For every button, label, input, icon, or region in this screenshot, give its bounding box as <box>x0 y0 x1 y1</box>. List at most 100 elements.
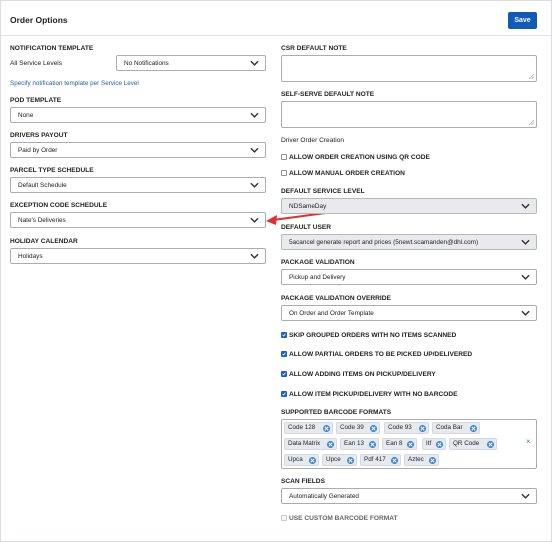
remove-tag-icon[interactable] <box>370 425 377 432</box>
barcode-tag: Upce <box>322 454 357 466</box>
package-validation-select[interactable]: Pickup and Delivery <box>281 269 537 285</box>
barcode-tag: Code 39 <box>336 422 380 434</box>
notification-scope-text: All Service Levels <box>10 60 63 67</box>
holiday-calendar-select[interactable]: Holidays <box>10 248 266 264</box>
barcode-tag: Code 128 <box>284 422 333 434</box>
chevron-down-icon <box>250 182 259 188</box>
barcode-tag: Itf <box>422 438 446 450</box>
allow-manual-order-creation-label: ALLOW MANUAL ORDER CREATION <box>289 170 405 177</box>
remove-tag-icon[interactable] <box>470 425 477 432</box>
resize-grip-icon <box>529 120 534 125</box>
chevron-down-icon <box>250 112 259 118</box>
notification-template-value: No Notifications <box>124 60 169 67</box>
holiday-calendar-label: HOLIDAY CALENDAR <box>10 238 78 245</box>
notification-per-service-level-link[interactable]: Specify notification template per Servic… <box>10 80 139 87</box>
package-validation-value: Pickup and Delivery <box>289 274 346 281</box>
chevron-down-icon <box>521 239 530 245</box>
chevron-down-icon <box>521 310 530 316</box>
barcode-tag: Ean 8 <box>382 438 417 450</box>
allow-no-barcode-label: ALLOW ITEM PICKUP/DELIVERY WITH NO BARCO… <box>289 391 458 398</box>
notification-template-select[interactable]: No Notifications <box>116 55 266 71</box>
allow-qr-order-creation-label: ALLOW ORDER CREATION USING QR CODE <box>289 154 430 161</box>
resize-grip-icon <box>529 74 534 79</box>
barcode-tag-label: Ean 13 <box>344 440 364 447</box>
barcode-tag-label: Upce <box>326 456 341 463</box>
remove-tag-icon[interactable] <box>487 441 494 448</box>
remove-tag-icon[interactable] <box>429 457 436 464</box>
barcode-tag: Pdf 417 <box>360 454 401 466</box>
remove-tag-icon[interactable] <box>327 441 334 448</box>
remove-tag-icon[interactable] <box>419 425 426 432</box>
chevron-down-icon <box>250 253 259 259</box>
remove-tag-icon[interactable] <box>391 457 398 464</box>
pod-template-value: None <box>18 112 34 119</box>
barcode-tag-label: Code 128 <box>288 424 316 431</box>
remove-tag-icon[interactable] <box>347 457 354 464</box>
allow-adding-items-label: ALLOW ADDING ITEMS ON PICKUP/DELIVERY <box>289 371 436 378</box>
scan-fields-select[interactable]: Automatically Generated <box>281 488 537 504</box>
checkmark-icon <box>282 392 286 396</box>
chevron-down-icon <box>250 147 259 153</box>
default-user-value: 5acancel generate report and prices (5ne… <box>289 239 479 246</box>
save-button[interactable]: Save <box>508 12 537 29</box>
default-service-level-select[interactable]: NDSameDay <box>281 198 537 214</box>
use-custom-barcode-format-label: USE CUSTOM BARCODE FORMAT <box>289 515 398 522</box>
barcode-tag: Code 93 <box>384 422 429 434</box>
drivers-payout-value: Paid by Order <box>18 147 58 154</box>
checkmark-icon <box>282 372 286 376</box>
allow-adding-items-checkbox[interactable] <box>281 371 287 377</box>
driver-order-creation-heading: Driver Order Creation <box>281 137 345 144</box>
drivers-payout-select[interactable]: Paid by Order <box>10 142 266 158</box>
remove-tag-icon[interactable] <box>309 457 316 464</box>
barcode-tag: Upca <box>284 454 319 466</box>
barcode-tag-label: Code 93 <box>388 424 412 431</box>
skip-grouped-orders-label: SKIP GROUPED ORDERS WITH NO ITEMS SCANNE… <box>289 332 457 339</box>
chevron-down-icon <box>250 217 259 223</box>
remove-tag-icon[interactable] <box>323 425 330 432</box>
allow-manual-order-creation-checkbox[interactable] <box>281 170 287 176</box>
close-icon[interactable]: × <box>526 438 531 446</box>
self-serve-default-note-textarea[interactable] <box>281 101 537 128</box>
order-options-panel: Order Options Save NOTIFICATION TEMPLATE… <box>0 0 552 542</box>
barcode-tag-label: Coda Bar <box>436 424 463 431</box>
holiday-calendar-value: Holidays <box>18 253 43 260</box>
barcode-tag: Data Matrix <box>284 438 337 450</box>
panel-header: Order Options Save <box>1 1 551 36</box>
package-validation-override-select[interactable]: On Order and Order Template <box>281 305 537 321</box>
barcode-tag-label: Aztec <box>408 456 424 463</box>
allow-partial-orders-label: ALLOW PARTIAL ORDERS TO BE PICKED UP/DEL… <box>289 351 473 358</box>
scan-fields-label: SCAN FIELDS <box>281 478 325 485</box>
checkmark-icon <box>282 352 286 356</box>
barcode-tag-label: Ean 8 <box>386 440 403 447</box>
barcode-tag: Ean 13 <box>340 438 379 450</box>
barcode-tag-label: Upca <box>288 456 303 463</box>
barcode-tag-label: Code 39 <box>340 424 364 431</box>
allow-qr-order-creation-checkbox[interactable] <box>281 154 287 160</box>
parcel-type-schedule-label: PARCEL TYPE SCHEDULE <box>10 167 94 174</box>
remove-tag-icon[interactable] <box>369 441 376 448</box>
default-user-select[interactable]: 5acancel generate report and prices (5ne… <box>281 234 537 250</box>
barcode-tag-label: Pdf 417 <box>364 456 386 463</box>
remove-tag-icon[interactable] <box>407 441 414 448</box>
parcel-type-schedule-value: Default Schedule <box>18 182 67 189</box>
package-validation-override-label: PACKAGE VALIDATION OVERRIDE <box>281 295 391 302</box>
barcode-tag: QR Code <box>449 438 497 450</box>
page-title: Order Options <box>10 15 68 25</box>
use-custom-barcode-format-checkbox[interactable] <box>281 515 287 521</box>
exception-code-schedule-select[interactable]: Nate's Deliveries <box>10 212 266 228</box>
package-validation-label: PACKAGE VALIDATION <box>281 259 355 266</box>
scan-fields-value: Automatically Generated <box>289 493 359 500</box>
skip-grouped-orders-checkbox[interactable] <box>281 332 287 338</box>
chevron-down-icon <box>250 60 259 66</box>
csr-default-note-textarea[interactable] <box>281 55 537 82</box>
remove-tag-icon[interactable] <box>436 441 443 448</box>
exception-code-schedule-label: EXCEPTION CODE SCHEDULE <box>10 202 108 209</box>
checkmark-icon <box>282 333 286 337</box>
allow-no-barcode-checkbox[interactable] <box>281 391 287 397</box>
barcode-tag: Aztec <box>404 454 439 466</box>
pod-template-select[interactable]: None <box>10 107 266 123</box>
exception-code-schedule-value: Nate's Deliveries <box>18 217 66 224</box>
parcel-type-schedule-select[interactable]: Default Schedule <box>10 177 266 193</box>
allow-partial-orders-checkbox[interactable] <box>281 351 287 357</box>
chevron-down-icon <box>521 203 530 209</box>
